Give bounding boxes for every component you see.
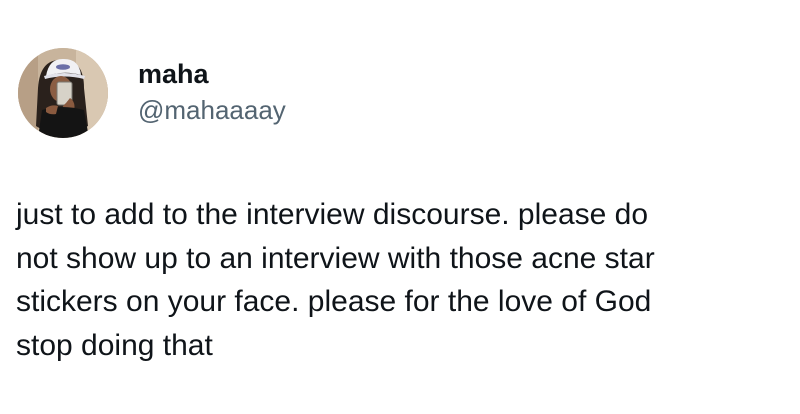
tweet-header: maha @mahaaaay [18, 47, 286, 139]
author-names: maha @mahaaaay [138, 57, 286, 127]
tweet-text-line: just to add to the interview discourse. … [16, 198, 649, 231]
tweet-card: maha @mahaaaay just to add to the interv… [0, 0, 800, 414]
user-handle[interactable]: @mahaaaay [138, 93, 286, 127]
avatar[interactable] [18, 48, 108, 138]
tweet-text-line: stickers on your face. please for the lo… [16, 285, 652, 318]
profile-photo-icon [18, 48, 108, 138]
display-name[interactable]: maha [138, 57, 286, 91]
tweet-text-line: not show up to an interview with those a… [16, 241, 655, 275]
tweet-text-line: stop doing that [16, 328, 213, 362]
tweet-text: just to add to the interview discourse. … [16, 193, 786, 367]
